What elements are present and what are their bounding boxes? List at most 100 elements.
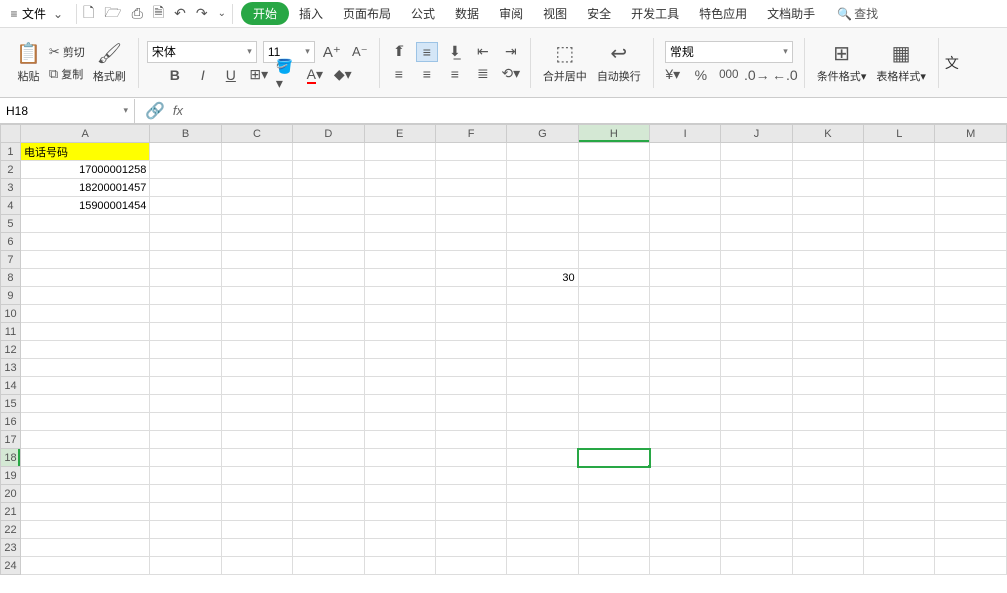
cell-I15[interactable] xyxy=(650,395,721,413)
row-header-7[interactable]: 7 xyxy=(1,251,21,269)
row-header-2[interactable]: 2 xyxy=(1,161,21,179)
cell-M16[interactable] xyxy=(935,413,1007,431)
cell-M1[interactable] xyxy=(935,143,1007,161)
cell-G8[interactable]: 30 xyxy=(507,269,578,287)
tab-devtools[interactable]: 开发工具 xyxy=(621,1,689,26)
cell-I18[interactable] xyxy=(650,449,721,467)
cell-G17[interactable] xyxy=(507,431,578,449)
cell-B7[interactable] xyxy=(150,251,221,269)
cell-K23[interactable] xyxy=(792,539,863,557)
cell-B3[interactable] xyxy=(150,179,221,197)
cell-M4[interactable] xyxy=(935,197,1007,215)
cell-A5[interactable] xyxy=(20,215,149,233)
cell-E5[interactable] xyxy=(364,215,435,233)
cell-A4[interactable]: 15900001454 xyxy=(20,197,149,215)
file-menu[interactable]: 文件 ⌄ xyxy=(22,5,66,22)
cell-L15[interactable] xyxy=(864,395,935,413)
cell-H9[interactable] xyxy=(578,287,649,305)
cell-E19[interactable] xyxy=(364,467,435,485)
cell-F8[interactable] xyxy=(435,269,506,287)
cell-K16[interactable] xyxy=(792,413,863,431)
cell-C17[interactable] xyxy=(221,431,292,449)
fill-handle[interactable] xyxy=(647,464,650,467)
cell-C3[interactable] xyxy=(221,179,292,197)
cell-B4[interactable] xyxy=(150,197,221,215)
row-header-17[interactable]: 17 xyxy=(1,431,21,449)
cell-D20[interactable] xyxy=(293,485,364,503)
cell-L12[interactable] xyxy=(864,341,935,359)
cell-C20[interactable] xyxy=(221,485,292,503)
cell-A15[interactable] xyxy=(20,395,149,413)
cell-I22[interactable] xyxy=(650,521,721,539)
col-header-C[interactable]: C xyxy=(221,125,292,143)
cell-H3[interactable] xyxy=(578,179,649,197)
cell-L6[interactable] xyxy=(864,233,935,251)
cell-A16[interactable] xyxy=(20,413,149,431)
cell-L22[interactable] xyxy=(864,521,935,539)
cell-M7[interactable] xyxy=(935,251,1007,269)
cell-F20[interactable] xyxy=(435,485,506,503)
cell-G3[interactable] xyxy=(507,179,578,197)
cell-I5[interactable] xyxy=(650,215,721,233)
cell-G21[interactable] xyxy=(507,503,578,521)
cell-C18[interactable] xyxy=(221,449,292,467)
cell-K9[interactable] xyxy=(792,287,863,305)
cell-I2[interactable] xyxy=(650,161,721,179)
col-header-D[interactable]: D xyxy=(293,125,364,143)
cell-J12[interactable] xyxy=(721,341,792,359)
tab-start[interactable]: 开始 xyxy=(241,2,289,25)
cell-L14[interactable] xyxy=(864,377,935,395)
cell-I1[interactable] xyxy=(650,143,721,161)
cell-L23[interactable] xyxy=(864,539,935,557)
select-all-corner[interactable] xyxy=(1,125,21,143)
cell-A6[interactable] xyxy=(20,233,149,251)
cell-G22[interactable] xyxy=(507,521,578,539)
cell-M20[interactable] xyxy=(935,485,1007,503)
row-header-15[interactable]: 15 xyxy=(1,395,21,413)
cell-A11[interactable] xyxy=(20,323,149,341)
cell-I17[interactable] xyxy=(650,431,721,449)
cell-M21[interactable] xyxy=(935,503,1007,521)
cell-E24[interactable] xyxy=(364,557,435,575)
cell-C15[interactable] xyxy=(221,395,292,413)
table-style-button[interactable]: ▦ 表格样式▾ xyxy=(872,39,930,86)
cell-I13[interactable] xyxy=(650,359,721,377)
cell-B11[interactable] xyxy=(150,323,221,341)
cell-F24[interactable] xyxy=(435,557,506,575)
italic-button[interactable]: I xyxy=(192,65,214,85)
decrease-indent-button[interactable]: ⇤ xyxy=(472,42,494,62)
cell-D19[interactable] xyxy=(293,467,364,485)
cell-A17[interactable] xyxy=(20,431,149,449)
cell-F2[interactable] xyxy=(435,161,506,179)
cell-J2[interactable] xyxy=(721,161,792,179)
row-header-24[interactable]: 24 xyxy=(1,557,21,575)
cell-D5[interactable] xyxy=(293,215,364,233)
cell-I8[interactable] xyxy=(650,269,721,287)
cell-M11[interactable] xyxy=(935,323,1007,341)
cell-I14[interactable] xyxy=(650,377,721,395)
tab-insert[interactable]: 插入 xyxy=(289,1,333,26)
cell-K14[interactable] xyxy=(792,377,863,395)
cell-B18[interactable] xyxy=(150,449,221,467)
cell-K5[interactable] xyxy=(792,215,863,233)
cell-D11[interactable] xyxy=(293,323,364,341)
cell-D2[interactable] xyxy=(293,161,364,179)
row-header-11[interactable]: 11 xyxy=(1,323,21,341)
cell-F17[interactable] xyxy=(435,431,506,449)
cell-K13[interactable] xyxy=(792,359,863,377)
cell-C12[interactable] xyxy=(221,341,292,359)
row-header-23[interactable]: 23 xyxy=(1,539,21,557)
cell-F16[interactable] xyxy=(435,413,506,431)
cell-M8[interactable] xyxy=(935,269,1007,287)
cell-L10[interactable] xyxy=(864,305,935,323)
cell-B19[interactable] xyxy=(150,467,221,485)
col-header-K[interactable]: K xyxy=(792,125,863,143)
cell-I10[interactable] xyxy=(650,305,721,323)
cell-H21[interactable] xyxy=(578,503,649,521)
cell-E20[interactable] xyxy=(364,485,435,503)
cell-D14[interactable] xyxy=(293,377,364,395)
cell-G19[interactable] xyxy=(507,467,578,485)
cell-L17[interactable] xyxy=(864,431,935,449)
cell-K10[interactable] xyxy=(792,305,863,323)
cell-J13[interactable] xyxy=(721,359,792,377)
